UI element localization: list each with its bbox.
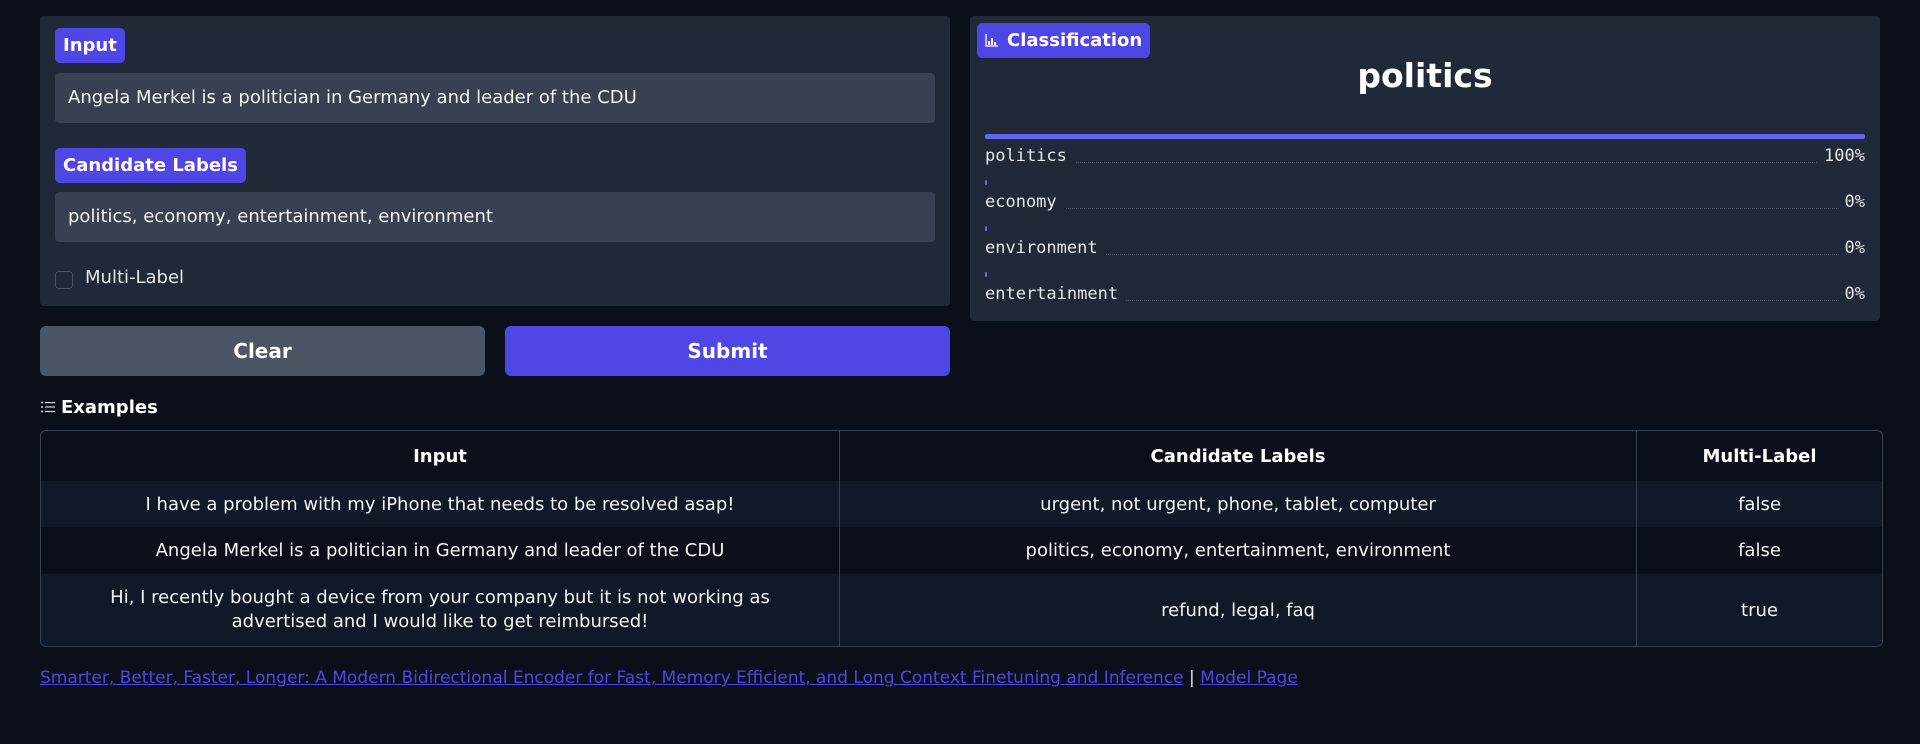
- confidence-label: entertainment: [985, 284, 1127, 304]
- confidence-bar: [985, 134, 1865, 139]
- bar-chart-icon: [985, 34, 998, 47]
- confidence-bar: [985, 226, 987, 231]
- example-row[interactable]: Angela Merkel is a politician in Germany…: [41, 527, 1882, 574]
- footer: Smarter, Better, Faster, Longer: A Moder…: [40, 668, 1298, 688]
- multi-label-checkbox[interactable]: [55, 271, 73, 289]
- top-prediction: politics: [1357, 56, 1493, 95]
- confidence-row: entertainment 0%: [985, 284, 1865, 306]
- confidence-bar: [985, 180, 987, 185]
- list-icon: [41, 401, 55, 413]
- candidate-labels-textbox[interactable]: politics, economy, entertainment, enviro…: [55, 192, 935, 242]
- example-input[interactable]: I have a problem with my iPhone that nee…: [41, 481, 840, 527]
- example-row[interactable]: Hi, I recently bought a device from your…: [41, 574, 1882, 646]
- column-header-input: Input: [41, 431, 840, 481]
- input-label: Input: [55, 28, 125, 63]
- footer-separator: |: [1189, 668, 1195, 688]
- classification-badge-text: Classification: [1007, 30, 1143, 51]
- confidence-label: economy: [985, 192, 1065, 212]
- example-multi-label[interactable]: false: [1636, 527, 1882, 574]
- confidence-value: 0%: [1838, 284, 1865, 304]
- dotted-leader: [985, 162, 1865, 163]
- example-multi-label[interactable]: false: [1636, 481, 1882, 527]
- confidence-row: politics 100%: [985, 146, 1865, 168]
- input-textbox[interactable]: Angela Merkel is a politician in Germany…: [55, 73, 935, 123]
- submit-button[interactable]: Submit: [505, 326, 950, 376]
- clear-button[interactable]: Clear: [40, 326, 485, 376]
- example-candidate-labels[interactable]: urgent, not urgent, phone, tablet, compu…: [839, 481, 1637, 527]
- example-candidate-labels[interactable]: refund, legal, faq: [839, 574, 1637, 646]
- examples-title: Examples: [61, 397, 158, 418]
- candidate-labels-label: Candidate Labels: [55, 148, 246, 183]
- confidence-bar: [985, 272, 987, 277]
- column-header-multi-label: Multi-Label: [1636, 431, 1882, 481]
- confidence-value: 0%: [1838, 238, 1865, 258]
- confidence-label: environment: [985, 238, 1106, 258]
- confidence-row: environment 0%: [985, 238, 1865, 260]
- dotted-leader: [985, 208, 1865, 209]
- examples-table: Input Candidate Labels Multi-Label I hav…: [40, 430, 1883, 647]
- examples-header: Examples: [40, 397, 158, 419]
- confidence-value: 100%: [1818, 146, 1865, 166]
- multi-label-label: Multi-Label: [85, 267, 185, 288]
- column-header-candidate-labels: Candidate Labels: [839, 431, 1637, 481]
- confidence-label: politics: [985, 146, 1075, 166]
- example-input[interactable]: Hi, I recently bought a device from your…: [41, 574, 840, 646]
- confidence-row: economy 0%: [985, 192, 1865, 214]
- classification-label: Classification: [977, 23, 1151, 58]
- model-page-link[interactable]: Model Page: [1200, 668, 1298, 688]
- example-multi-label[interactable]: true: [1636, 574, 1882, 646]
- example-candidate-labels[interactable]: politics, economy, entertainment, enviro…: [839, 527, 1637, 574]
- example-input[interactable]: Angela Merkel is a politician in Germany…: [41, 527, 840, 574]
- example-row[interactable]: I have a problem with my iPhone that nee…: [41, 481, 1882, 527]
- dotted-leader: [985, 254, 1865, 255]
- paper-link[interactable]: Smarter, Better, Faster, Longer: A Moder…: [40, 668, 1184, 688]
- input-panel: Input Angela Merkel is a politician in G…: [40, 16, 950, 306]
- confidence-value: 0%: [1838, 192, 1865, 212]
